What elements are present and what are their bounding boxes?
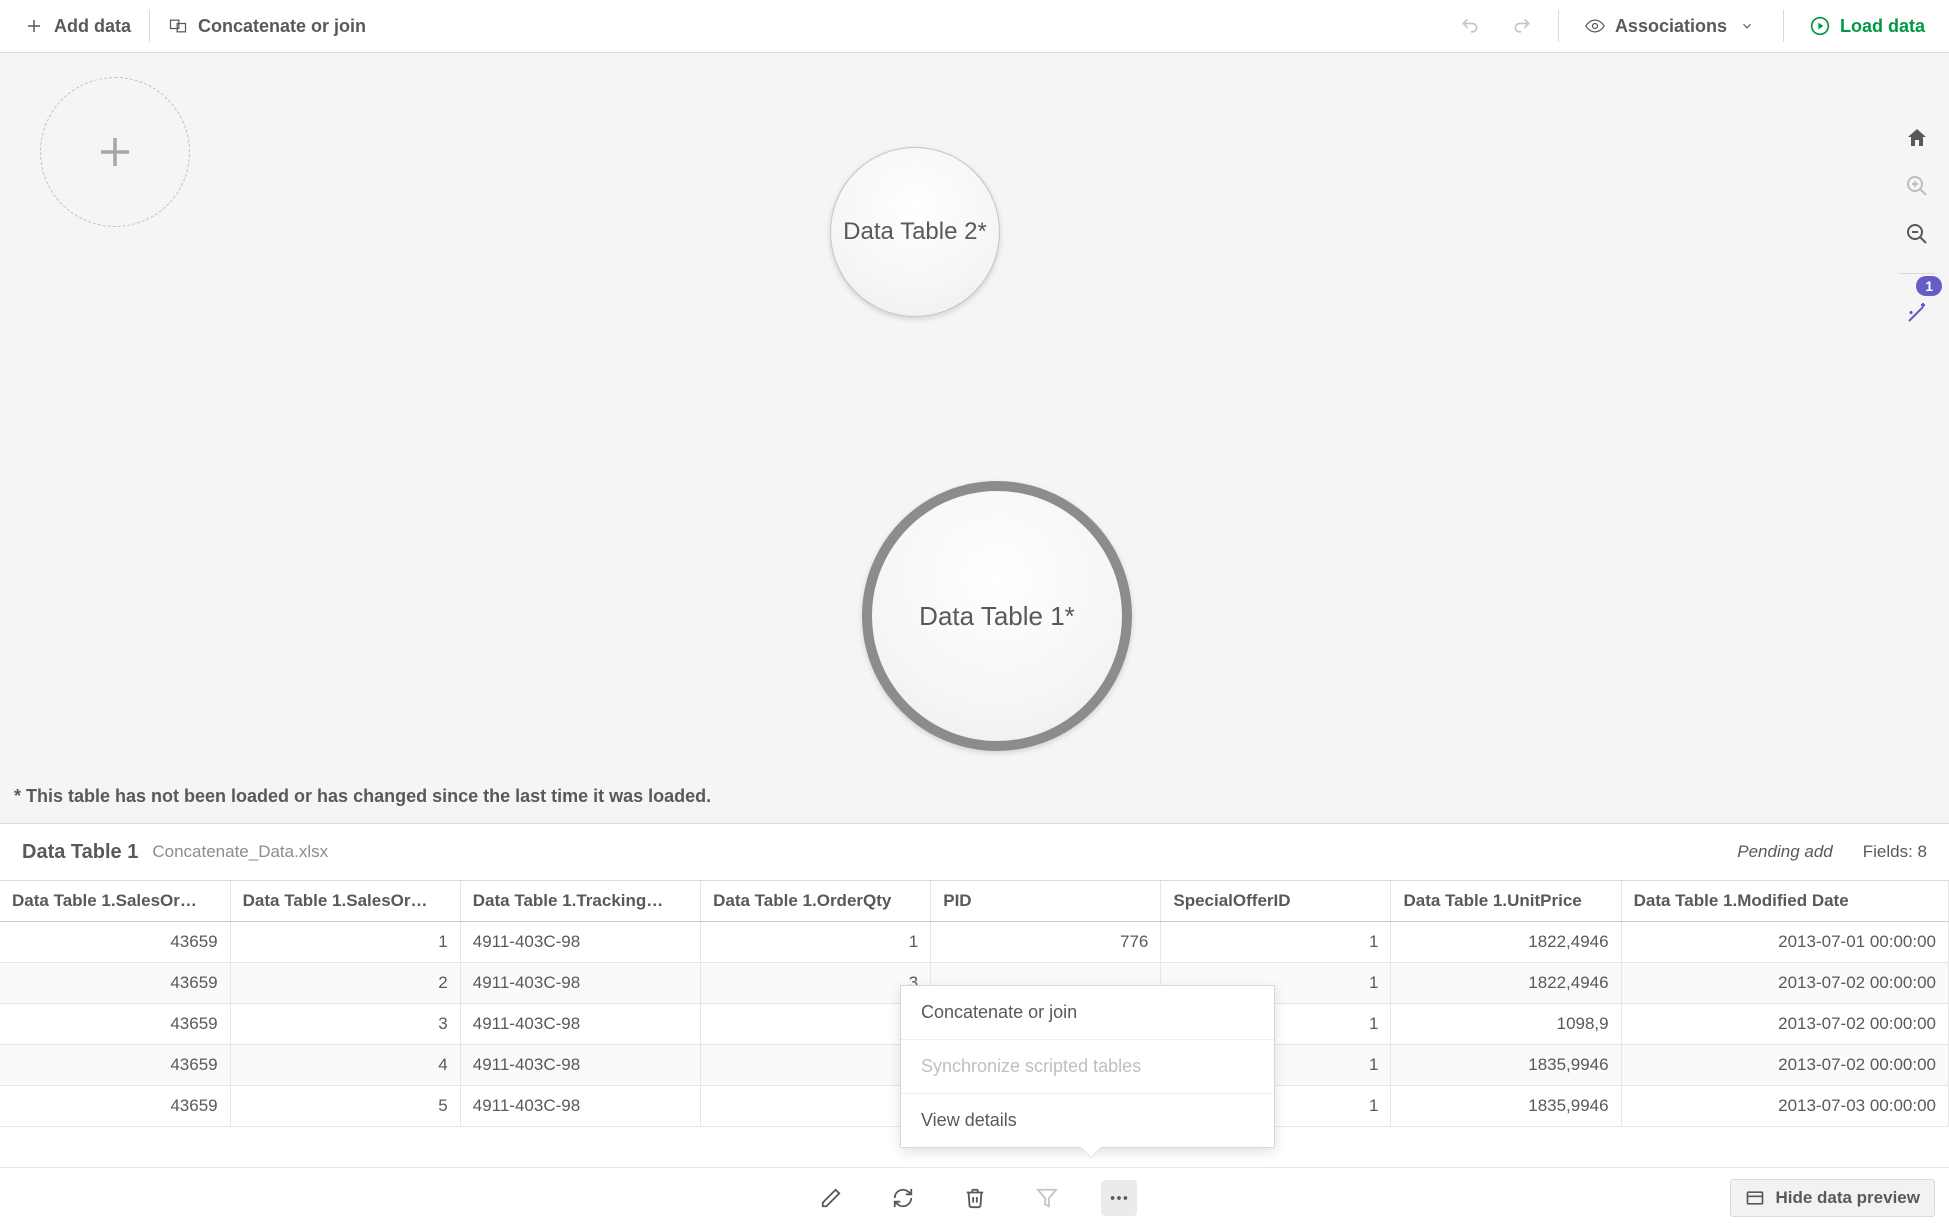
table-row[interactable]: 4365914911-403C-98177611822,49462013-07-… [0,922,1949,963]
table-cell: 5 [230,1086,460,1127]
table-cell: 1 [701,922,931,963]
associations-label: Associations [1615,16,1727,37]
filter-button[interactable] [1029,1180,1065,1216]
more-menu-button[interactable] [1101,1180,1137,1216]
col-header[interactable]: Data Table 1.SalesOr… [0,881,230,922]
undo-icon [1460,16,1480,36]
add-data-button[interactable]: Add data [12,8,143,45]
associations-button[interactable]: Associations [1573,8,1769,45]
redo-button[interactable] [1500,8,1544,44]
preview-fields-count: Fields: 8 [1863,842,1927,862]
table-cell: 1822,4946 [1391,922,1621,963]
add-data-label: Add data [54,16,131,37]
table-header-row: Data Table 1.SalesOr… Data Table 1.Sales… [0,881,1949,922]
table-cell: 1 [701,1086,931,1127]
recommendations-badge: 1 [1916,276,1942,296]
col-header[interactable]: PID [931,881,1161,922]
table-cell: 1 [701,1045,931,1086]
panel-icon [1745,1188,1765,1208]
table-cell: 1835,9946 [1391,1086,1621,1127]
load-data-button[interactable]: Load data [1798,8,1937,45]
table-cell: 776 [931,922,1161,963]
hide-preview-button[interactable]: Hide data preview [1730,1179,1935,1217]
table-cell: 1 [701,1004,931,1045]
canvas-footnote: * This table has not been loaded or has … [14,786,711,807]
table-context-menu: Concatenate or joinSynchronize scripted … [900,985,1275,1148]
table-cell: 43659 [0,1086,230,1127]
table-cell: 1 [230,922,460,963]
top-toolbar: Add data Concatenate or join Association [0,0,1949,53]
edit-button[interactable] [813,1180,849,1216]
rail-divider [1899,273,1935,274]
context-menu-item: Synchronize scripted tables [901,1040,1274,1094]
data-model-canvas[interactable]: Data Table 2* Data Table 1* * This table… [0,53,1949,823]
delete-button[interactable] [957,1180,993,1216]
toolbar-divider [149,10,150,42]
plus-icon [24,16,44,36]
preview-header: Data Table 1 Concatenate_Data.xlsx Pendi… [0,823,1949,881]
canvas-side-rail: 1 [1899,123,1935,328]
concatenate-join-label: Concatenate or join [198,16,366,37]
preview-action-bar [0,1167,1949,1227]
eye-icon [1585,16,1605,36]
table-cell: 3 [701,963,931,1004]
context-menu-item[interactable]: View details [901,1094,1274,1147]
preview-status: Pending add [1737,842,1832,862]
menu-pointer [1081,1147,1101,1157]
table-cell: 4911-403C-98 [460,963,700,1004]
col-header[interactable]: Data Table 1.Modified Date [1621,881,1948,922]
col-header[interactable]: SpecialOfferID [1161,881,1391,922]
redo-icon [1512,16,1532,36]
table-cell: 2013-07-02 00:00:00 [1621,963,1948,1004]
play-circle-icon [1810,16,1830,36]
table-cell: 43659 [0,1004,230,1045]
table-cell: 43659 [0,922,230,963]
table-cell: 2 [230,963,460,1004]
chevron-down-icon [1737,16,1757,36]
table-cell: 1822,4946 [1391,963,1621,1004]
col-header[interactable]: Data Table 1.OrderQty [701,881,931,922]
bubble-label: Data Table 2* [843,218,987,246]
table-cell: 1 [1161,922,1391,963]
col-header[interactable]: Data Table 1.UnitPrice [1391,881,1621,922]
table-bubble-data-table-2[interactable]: Data Table 2* [830,147,1000,317]
load-data-label: Load data [1840,16,1925,37]
add-table-bubble[interactable] [40,77,190,227]
zoom-out-button[interactable] [1902,219,1932,249]
toolbar-divider [1558,10,1559,42]
table-cell: 4911-403C-98 [460,1086,700,1127]
col-header[interactable]: Data Table 1.Tracking… [460,881,700,922]
zoom-in-button[interactable] [1902,171,1932,201]
col-header[interactable]: Data Table 1.SalesOr… [230,881,460,922]
concatenate-join-button[interactable]: Concatenate or join [156,8,378,45]
bubble-label: Data Table 1* [919,601,1075,632]
concatenate-icon [168,16,188,36]
hide-preview-label: Hide data preview [1775,1188,1920,1208]
table-cell: 2013-07-02 00:00:00 [1621,1045,1948,1086]
reload-button[interactable] [885,1180,921,1216]
undo-button[interactable] [1448,8,1492,44]
table-bubble-data-table-1[interactable]: Data Table 1* [862,481,1132,751]
table-cell: 4911-403C-98 [460,1045,700,1086]
table-cell: 4911-403C-98 [460,922,700,963]
table-cell: 2013-07-03 00:00:00 [1621,1086,1948,1127]
recommendations-button[interactable]: 1 [1902,298,1932,328]
context-menu-item[interactable]: Concatenate or join [901,986,1274,1040]
table-cell: 2013-07-01 00:00:00 [1621,922,1948,963]
table-cell: 43659 [0,963,230,1004]
preview-source: Concatenate_Data.xlsx [152,842,328,862]
table-cell: 2013-07-02 00:00:00 [1621,1004,1948,1045]
toolbar-divider [1783,10,1784,42]
table-cell: 1098,9 [1391,1004,1621,1045]
table-cell: 4911-403C-98 [460,1004,700,1045]
preview-title: Data Table 1 [22,841,138,864]
table-cell: 43659 [0,1045,230,1086]
home-button[interactable] [1902,123,1932,153]
table-cell: 1835,9946 [1391,1045,1621,1086]
table-cell: 4 [230,1045,460,1086]
table-cell: 3 [230,1004,460,1045]
